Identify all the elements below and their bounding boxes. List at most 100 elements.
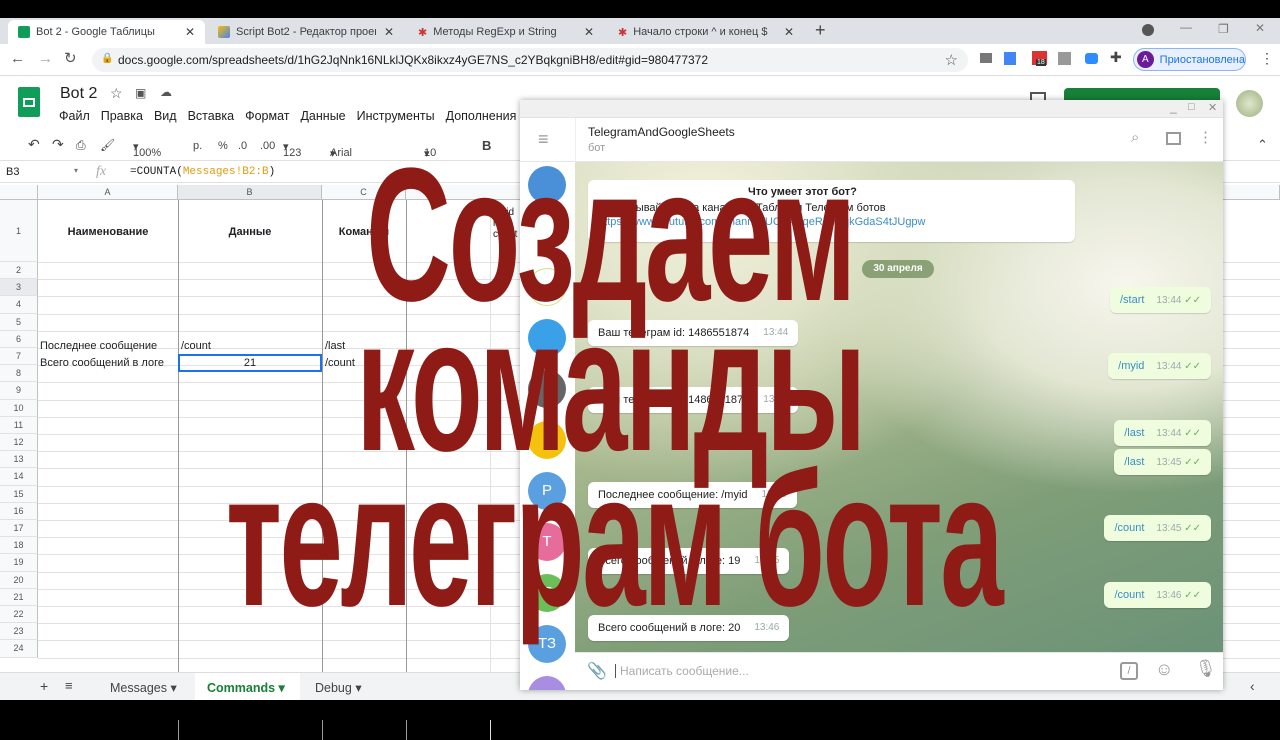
maximize-icon[interactable]: □ — [1188, 101, 1195, 113]
chat-avatar[interactable]: Т — [528, 523, 566, 561]
chat-avatar[interactable] — [528, 421, 566, 459]
close-tab-icon[interactable]: ✕ — [784, 25, 794, 39]
channel-link[interactable]: https://www.youtube.com/channel/UCUAVqeR… — [598, 216, 1065, 228]
chat-avatar[interactable] — [528, 166, 566, 204]
cell-a1[interactable]: Наименование — [38, 226, 178, 238]
browser-tab-anchors[interactable]: ✱ Начало строки ^ и конец $ ✕ — [608, 20, 804, 44]
sheet-tab-debug[interactable]: Debug ▾ — [315, 680, 362, 695]
menu-format[interactable]: Формат — [245, 109, 289, 123]
bot-commands-icon[interactable]: / — [1120, 662, 1138, 680]
close-window-icon[interactable]: ✕ — [1255, 21, 1265, 35]
chat-title[interactable]: TelegramAndGoogleSheets — [588, 125, 735, 139]
calendar-extension-icon[interactable]: 18 — [1032, 51, 1047, 66]
row-header[interactable]: 23 — [0, 623, 38, 641]
add-sheet-icon[interactable]: + — [40, 678, 48, 694]
cell-b1[interactable]: Данные — [178, 226, 322, 238]
browser-tab-script[interactable]: Script Bot2 - Редактор проектов ✕ — [208, 20, 404, 44]
chat-avatar[interactable]: Т — [528, 574, 566, 612]
browser-tab-sheets[interactable]: Bot 2 - Google Таблицы ✕ — [8, 20, 205, 44]
chat-avatar[interactable] — [528, 370, 566, 408]
cell-c1[interactable]: Команды — [322, 226, 406, 238]
cell-a3[interactable]: Всего сообщений в логе — [40, 357, 164, 369]
close-tab-icon[interactable]: ✕ — [185, 25, 195, 39]
row-header[interactable]: 15 — [0, 485, 38, 503]
column-header-a[interactable]: A — [38, 185, 178, 200]
redo-icon[interactable]: ↷ — [52, 136, 64, 153]
row-header[interactable]: 24 — [0, 640, 38, 658]
print-icon[interactable]: ⎙ — [76, 138, 86, 153]
cell-a2[interactable]: Последнее сообщение — [40, 340, 157, 352]
incoming-message[interactable]: Всего сообщений в логе: 19 13:45 — [588, 548, 790, 574]
row-header[interactable]: 11 — [0, 416, 38, 434]
row-header[interactable]: 3 — [0, 279, 38, 297]
sheet-tab-messages[interactable]: Messages ▾ — [110, 680, 177, 695]
hamburger-menu-icon[interactable]: ≡ — [538, 129, 549, 150]
chat-history[interactable]: Что умеет этот бот? Подписывайтесь на ка… — [575, 162, 1223, 652]
decrease-decimal-button[interactable]: .0 — [238, 140, 247, 152]
row-header[interactable]: 7 — [0, 348, 38, 366]
minimize-icon[interactable]: _ — [1170, 100, 1177, 114]
percent-button[interactable]: % — [218, 140, 228, 152]
bold-button[interactable]: B — [482, 138, 491, 153]
chat-avatar[interactable]: ТЗ — [528, 625, 566, 663]
column-header-b[interactable]: B — [178, 185, 322, 200]
cell-c3[interactable]: /count — [325, 357, 355, 369]
row-header[interactable]: 8 — [0, 365, 38, 383]
chat-avatar[interactable]: Р — [528, 472, 566, 510]
name-box-dropdown-icon[interactable]: ▾ — [74, 166, 78, 175]
row-header[interactable]: 4 — [0, 296, 38, 314]
row-header[interactable]: 21 — [0, 588, 38, 606]
restore-icon[interactable]: ❐ — [1218, 22, 1229, 36]
outgoing-message[interactable]: /start 13:44 ✓✓ — [1109, 287, 1211, 313]
star-icon[interactable]: ☆ — [110, 85, 123, 102]
back-icon[interactable]: ← — [10, 50, 25, 67]
emoji-icon[interactable]: ☺ — [1155, 659, 1173, 680]
row-header[interactable]: 6 — [0, 330, 38, 348]
sidebar-toggle-icon[interactable] — [1166, 132, 1181, 145]
row-header[interactable]: 12 — [0, 434, 38, 452]
bookmark-star-icon[interactable]: ☆ — [945, 51, 958, 69]
outgoing-message[interactable]: /last 13:45 ✓✓ — [1114, 449, 1211, 475]
row-header[interactable]: 9 — [0, 382, 38, 400]
cell-b2[interactable]: /count — [181, 340, 211, 352]
close-tab-icon[interactable]: ✕ — [384, 25, 394, 39]
row-header[interactable]: 18 — [0, 537, 38, 555]
undo-icon[interactable]: ↶ — [28, 136, 40, 153]
menu-tools[interactable]: Инструменты — [357, 109, 435, 123]
currency-button[interactable]: р. — [193, 140, 202, 152]
sheet-tab-commands[interactable]: Commands ▾ — [195, 673, 300, 701]
extension-icon[interactable] — [1058, 52, 1071, 65]
paint-format-icon[interactable]: 🖌 — [100, 138, 115, 152]
name-box[interactable]: B3 — [6, 166, 19, 178]
all-sheets-icon[interactable]: ≡ — [65, 678, 73, 693]
chrome-menu-icon[interactable]: ⋮ — [1260, 50, 1274, 67]
select-all-corner[interactable] — [0, 185, 38, 200]
outgoing-message[interactable]: /count 13:45 ✓✓ — [1104, 515, 1211, 541]
cell-c2[interactable]: /last — [325, 340, 345, 352]
chat-avatar[interactable] — [528, 268, 566, 306]
explore-collapse-icon[interactable]: ‹ — [1250, 678, 1255, 694]
collapse-toolbar-icon[interactable]: ⌃ — [1257, 137, 1268, 153]
tab-search-icon[interactable] — [1142, 24, 1154, 36]
outgoing-message[interactable]: /myid 13:44 ✓✓ — [1108, 353, 1211, 379]
row-header[interactable]: 14 — [0, 468, 38, 486]
row-header[interactable]: 16 — [0, 502, 38, 520]
close-tab-icon[interactable]: ✕ — [584, 25, 594, 39]
row-header[interactable]: 22 — [0, 606, 38, 624]
cell-d1[interactable]: myid last count — [493, 207, 521, 240]
chat-avatar[interactable] — [528, 676, 566, 690]
message-input[interactable]: Написать сообщение... — [615, 664, 749, 678]
row-header[interactable]: 19 — [0, 554, 38, 572]
menu-edit[interactable]: Правка — [101, 109, 143, 123]
extension-icon[interactable] — [980, 53, 992, 63]
menu-file[interactable]: Файл — [59, 109, 90, 123]
outgoing-message[interactable]: /last 13:44 ✓✓ — [1114, 420, 1211, 446]
microphone-icon[interactable]: 🎙 — [1195, 659, 1217, 679]
forward-icon[interactable]: → — [38, 50, 53, 67]
incoming-message[interactable]: Последнее сообщение: /myid 13:45 — [588, 482, 797, 508]
translate-extension-icon[interactable] — [1004, 52, 1016, 65]
incoming-message[interactable]: Ваш телеграм id: 1486551874 13:44 — [588, 320, 799, 346]
reload-icon[interactable]: ↻ — [64, 49, 77, 67]
new-tab-icon[interactable]: + — [815, 20, 826, 41]
cell-b3-selected[interactable]: 21 — [178, 354, 322, 372]
